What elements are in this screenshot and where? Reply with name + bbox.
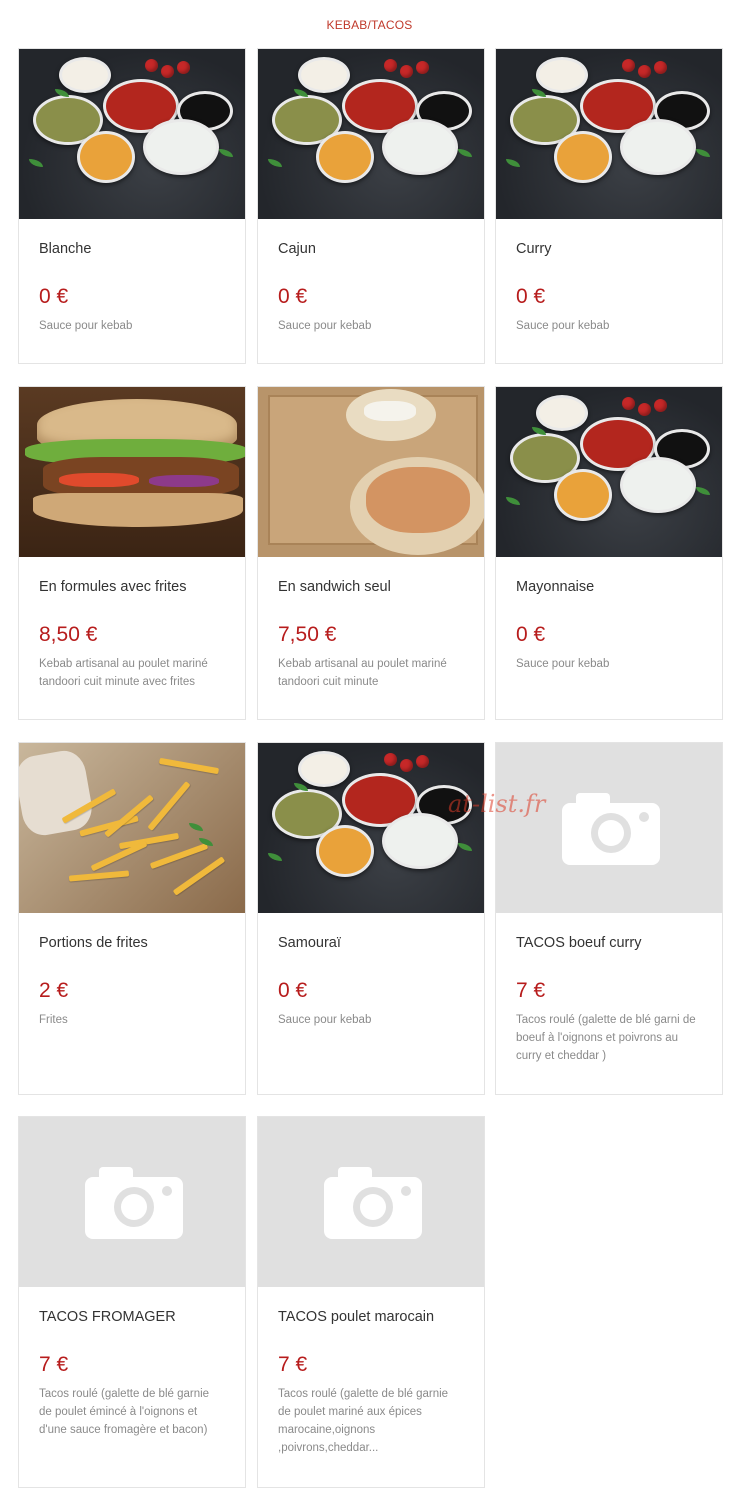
product-price: 2 € (39, 979, 69, 1002)
product-card-mayonnaise[interactable]: Mayonnaise 0 € Sauce pour kebab (495, 386, 723, 720)
product-name: Cajun (278, 241, 316, 257)
product-name: En formules avec frites (39, 579, 187, 595)
product-name: En sandwich seul (278, 579, 391, 595)
sauce-bowls-photo (19, 49, 245, 219)
camera-placeholder-icon (562, 793, 660, 865)
section-title: KEBAB/TACOS (326, 18, 413, 32)
product-price: 0 € (278, 285, 308, 308)
product-description: Tacos roulé (galette de blé garnie de po… (278, 1388, 449, 1454)
product-price: 7 € (39, 1353, 69, 1376)
product-price: 7,50 € (278, 623, 337, 646)
kebab-box-photo (258, 387, 484, 557)
product-price: 7 € (278, 1353, 308, 1376)
product-card-blanche[interactable]: Blanche 0 € Sauce pour kebab (18, 48, 246, 364)
product-card-en-sandwich-seul[interactable]: En sandwich seul 7,50 € Kebab artisanal … (257, 386, 485, 720)
sauce-bowls-photo (258, 49, 484, 219)
sauce-bowls-photo (496, 387, 722, 557)
product-description: Sauce pour kebab (278, 320, 372, 332)
product-price: 8,50 € (39, 623, 98, 646)
product-name: Curry (516, 241, 552, 257)
camera-placeholder-icon (85, 1167, 183, 1239)
kebab-sandwich-photo (19, 387, 245, 557)
product-description: Sauce pour kebab (39, 320, 133, 332)
product-name: TACOS poulet marocain (278, 1309, 435, 1325)
product-price: 0 € (278, 979, 308, 1002)
camera-placeholder-icon (324, 1167, 422, 1239)
product-card-curry[interactable]: Curry 0 € Sauce pour kebab (495, 48, 723, 364)
image-placeholder (258, 1117, 484, 1287)
product-price: 0 € (516, 623, 546, 646)
sauce-bowls-photo (258, 743, 484, 913)
product-name: TACOS FROMAGER (39, 1309, 176, 1325)
product-name: TACOS boeuf curry (516, 935, 642, 951)
product-price: 7 € (516, 979, 546, 1002)
product-description: Kebab artisanal au poulet mariné tandoor… (278, 658, 447, 688)
image-placeholder (496, 743, 722, 913)
sauce-bowls-photo (496, 49, 722, 219)
product-name: Samouraï (278, 935, 341, 951)
product-card-en-formules-avec-frites[interactable]: En formules avec frites 8,50 € Kebab art… (18, 386, 246, 720)
product-description: Sauce pour kebab (278, 1014, 372, 1026)
product-description: Kebab artisanal au poulet mariné tandoor… (39, 658, 208, 688)
product-name: Blanche (39, 241, 92, 257)
watermark: at-list.fr (448, 790, 546, 818)
product-price: 0 € (39, 285, 69, 308)
product-description: Tacos roulé (galette de blé garni de boe… (516, 1014, 696, 1062)
product-name: Portions de frites (39, 935, 148, 951)
product-name: Mayonnaise (516, 579, 595, 595)
product-card-tacos-poulet-marocain[interactable]: TACOS poulet marocain 7 € Tacos roulé (g… (257, 1116, 485, 1488)
product-card-cajun[interactable]: Cajun 0 € Sauce pour kebab (257, 48, 485, 364)
product-description: Frites (39, 1014, 68, 1026)
fries-photo (19, 743, 245, 913)
product-card-portions-de-frites[interactable]: Portions de frites 2 € Frites (18, 742, 246, 1095)
product-description: Tacos roulé (galette de blé garnie de po… (39, 1388, 210, 1436)
product-description: Sauce pour kebab (516, 320, 610, 332)
product-card-tacos-fromager[interactable]: TACOS FROMAGER 7 € Tacos roulé (galette … (18, 1116, 246, 1488)
product-description: Sauce pour kebab (516, 658, 610, 670)
image-placeholder (19, 1117, 245, 1287)
product-price: 0 € (516, 285, 546, 308)
